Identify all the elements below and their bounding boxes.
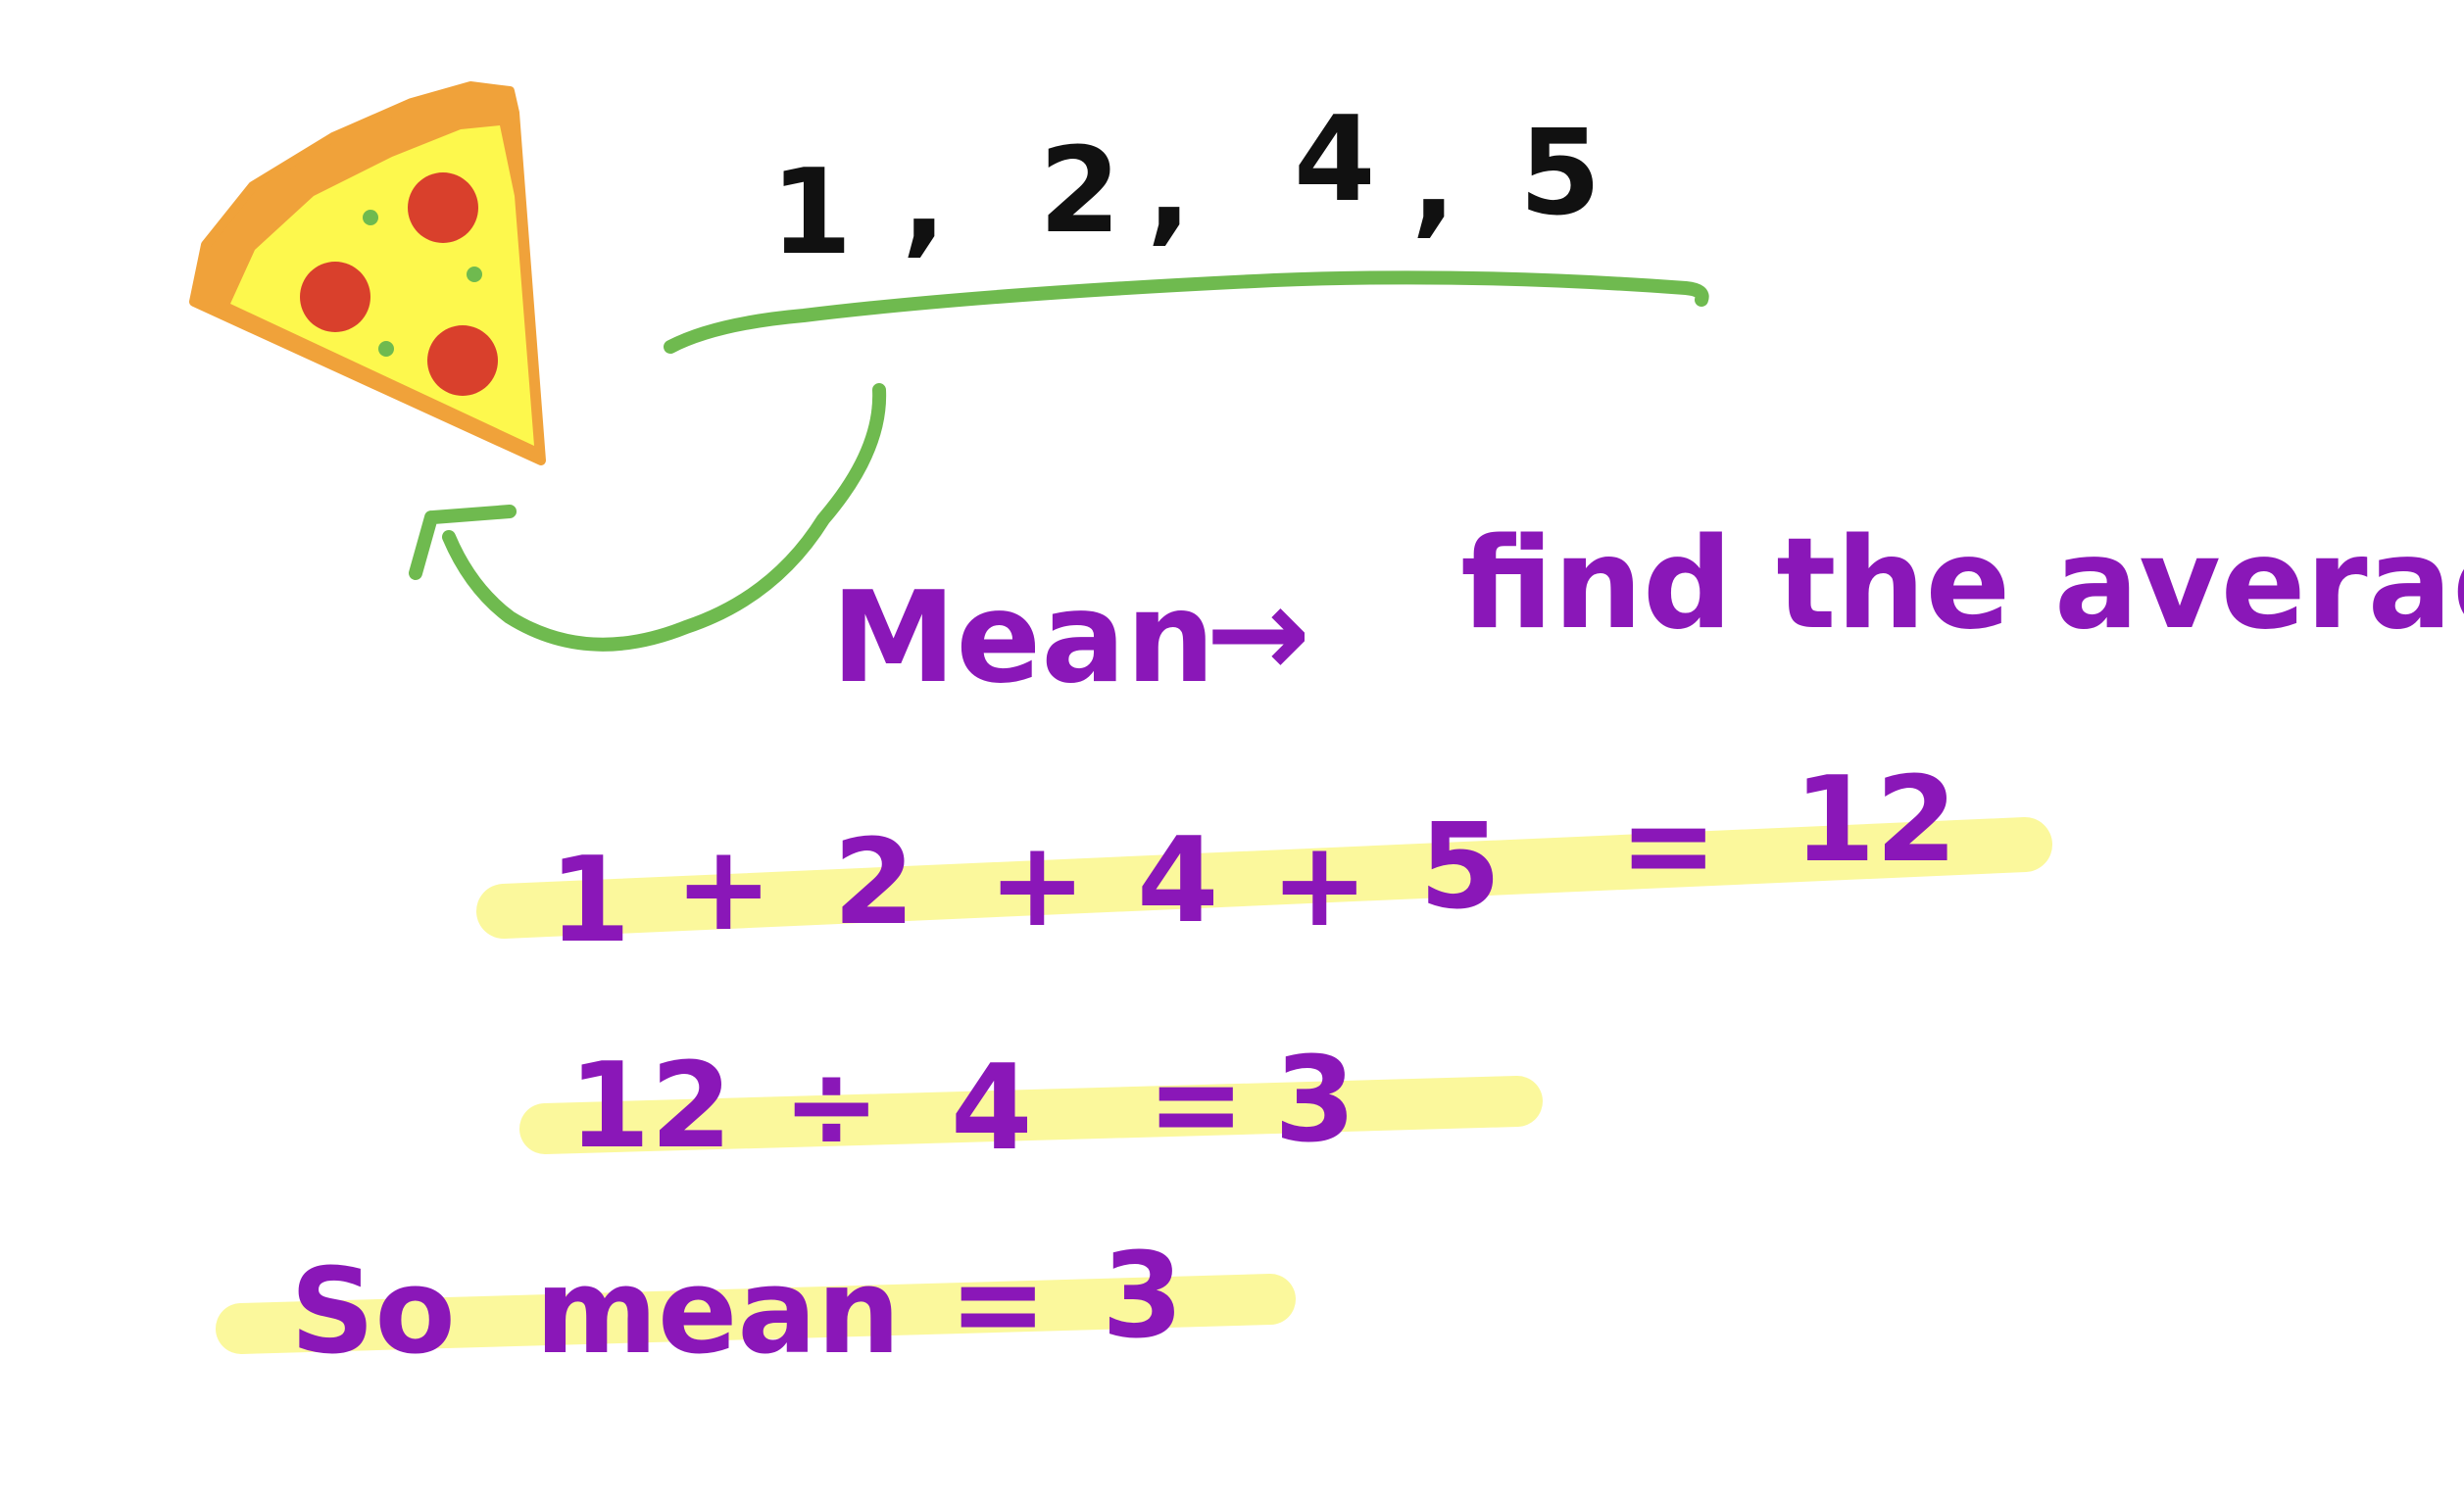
arrow-right-icon: → bbox=[1206, 560, 1310, 706]
so-word: So bbox=[290, 1244, 456, 1381]
mean-word: mean bbox=[535, 1244, 901, 1381]
number-5: 5 bbox=[1519, 106, 1602, 242]
sum-term-2: 2 bbox=[833, 815, 915, 951]
division-dividend: 12 bbox=[568, 1039, 732, 1175]
number-1: 1 bbox=[770, 145, 853, 281]
definition-text: find the average bbox=[1460, 511, 2464, 657]
mean-label: Mean bbox=[831, 565, 1215, 711]
division-result: 3 bbox=[1274, 1033, 1356, 1169]
comma-2: , bbox=[1147, 121, 1192, 258]
pepperoni-1 bbox=[408, 172, 478, 243]
bracket-line bbox=[664, 270, 1709, 354]
sum-term-4: 5 bbox=[1419, 800, 1502, 936]
divide-sign: ÷ bbox=[782, 1039, 881, 1175]
plus-3: + bbox=[1270, 817, 1369, 953]
sum-term-3: 4 bbox=[1137, 813, 1219, 949]
plus-1: + bbox=[674, 821, 773, 957]
number-sequence: 1 , 2 , 4 , 5 bbox=[770, 92, 1602, 281]
equals-3: = bbox=[949, 1237, 1048, 1373]
definition-line: Mean → find the average bbox=[831, 511, 2464, 711]
equals-2: = bbox=[1147, 1037, 1246, 1173]
equals-1: = bbox=[1619, 778, 1718, 914]
division-divisor: 4 bbox=[951, 1041, 1033, 1177]
pepperoni-2 bbox=[300, 262, 370, 332]
comma-1: , bbox=[902, 133, 947, 269]
comma-3: , bbox=[1411, 114, 1456, 250]
sum-result: 12 bbox=[1794, 752, 1957, 889]
division-equation: 12 ÷ 4 = 3 bbox=[568, 1033, 1356, 1177]
whiteboard-canvas: 1 , 2 , 4 , 5 Mean → find the average 1 … bbox=[189, 81, 2464, 1381]
sum-term-1: 1 bbox=[549, 833, 631, 969]
plus-2: + bbox=[988, 817, 1087, 953]
number-2: 2 bbox=[1039, 123, 1121, 260]
conclusion-result: 3 bbox=[1102, 1229, 1184, 1365]
pepperoni-3 bbox=[427, 325, 498, 396]
pizza-slice-icon bbox=[189, 81, 546, 465]
number-4: 4 bbox=[1294, 92, 1376, 228]
